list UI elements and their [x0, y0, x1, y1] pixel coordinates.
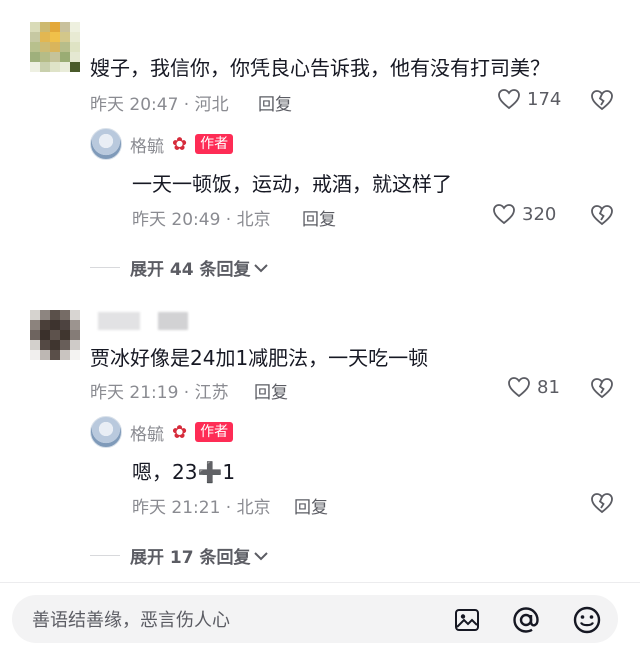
broken-heart-icon [591, 90, 613, 111]
reply-time-location: 昨天 21:21 · 北京 [132, 498, 271, 518]
like-count: 320 [522, 203, 557, 225]
broken-heart-icon [591, 205, 613, 226]
divider [90, 555, 120, 556]
flower-icon: ✿ [172, 133, 188, 155]
image-button[interactable] [452, 605, 482, 635]
author-badge: 作者 [195, 422, 234, 442]
avatar[interactable] [30, 22, 80, 72]
divider [90, 267, 120, 268]
like-button[interactable]: 320 [492, 203, 556, 225]
dislike-button[interactable] [590, 492, 614, 518]
broken-heart-icon [591, 378, 613, 399]
author-badge: 作者 [195, 134, 234, 154]
author-avatar[interactable] [90, 416, 122, 448]
reply-time-location: 昨天 20:49 · 北京 [132, 210, 271, 230]
comment-text: 嫂子，我信你，你凭良心告诉我，他有没有打司美？ [90, 56, 550, 80]
reply-button[interactable]: 回复 [258, 90, 292, 115]
dislike-button[interactable] [590, 89, 614, 115]
expand-replies-label: 展开 17 条回复 [130, 548, 251, 568]
comment-input-box[interactable] [12, 595, 618, 645]
like-button[interactable]: 81 [507, 376, 560, 398]
reply-button[interactable]: 回复 [302, 205, 336, 230]
emoji-icon [573, 606, 601, 634]
author-name[interactable]: 格毓 [130, 132, 164, 157]
broken-heart-icon [591, 493, 613, 514]
heart-icon [508, 377, 530, 398]
comment-input[interactable] [30, 595, 434, 645]
avatar[interactable] [30, 310, 80, 360]
heart-icon [498, 89, 520, 110]
comment-text: 贾冰好像是24加1减肥法，一天吃一顿 [90, 346, 429, 370]
author-avatar[interactable] [90, 128, 122, 160]
expand-replies-label: 展开 44 条回复 [130, 260, 251, 280]
comment-time-location: 昨天 20:47 · 河北 [90, 95, 229, 115]
author-name[interactable]: 格毓 [130, 420, 164, 445]
comment-time-location: 昨天 21:19 · 江苏 [90, 383, 229, 403]
like-count: 81 [537, 376, 560, 398]
mention-button[interactable] [511, 605, 541, 635]
blurred-username [98, 312, 140, 330]
flower-icon: ✿ [172, 421, 188, 443]
like-count: 174 [527, 88, 562, 110]
reply-button[interactable]: 回复 [294, 493, 328, 518]
dislike-button[interactable] [590, 204, 614, 230]
dislike-button[interactable] [590, 377, 614, 403]
image-icon [455, 609, 479, 631]
author-reply-header: 格毓 ✿ 作者 [90, 128, 234, 160]
emoji-button[interactable] [572, 605, 602, 635]
reply-text: 嗯，23➕1 [132, 460, 236, 484]
comment-input-bar [0, 582, 640, 654]
chevron-down-icon [253, 551, 268, 560]
expand-replies-button[interactable]: 展开 44 条回复 [90, 255, 269, 280]
like-button[interactable]: 174 [497, 88, 561, 110]
chevron-down-icon [253, 263, 268, 272]
reply-button[interactable]: 回复 [254, 378, 288, 403]
author-reply-header: 格毓 ✿ 作者 [90, 416, 234, 448]
blurred-username [158, 312, 188, 330]
at-icon [513, 607, 539, 633]
heart-icon [493, 204, 515, 225]
reply-text: 一天一顿饭，运动，戒酒，就这样了 [132, 172, 452, 196]
expand-replies-button[interactable]: 展开 17 条回复 [90, 543, 269, 568]
